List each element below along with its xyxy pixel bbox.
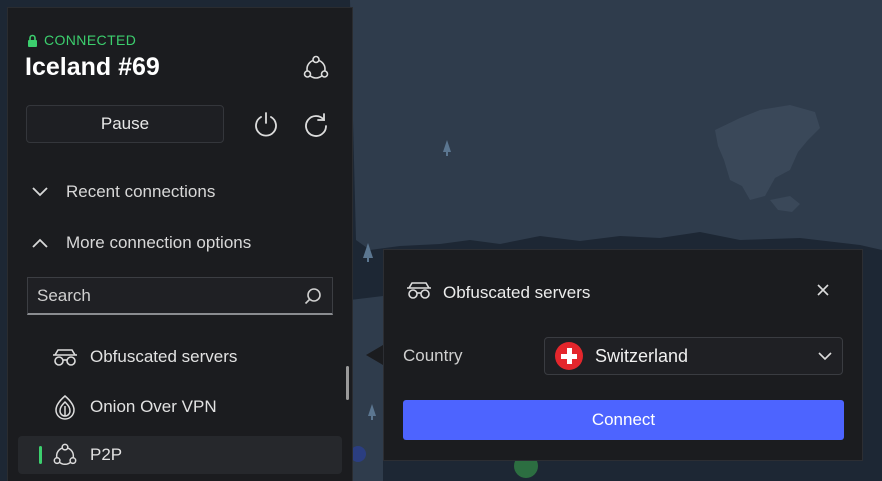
refresh-icon[interactable] xyxy=(301,109,331,139)
power-icon[interactable] xyxy=(251,109,281,139)
swiss-flag-icon xyxy=(555,342,583,370)
server-name: Iceland #69 xyxy=(25,53,160,81)
connection-panel: CONNECTED Iceland #69 Pause Recent conne… xyxy=(7,7,353,481)
popup-title: Obfuscated servers xyxy=(443,282,591,302)
search-input[interactable] xyxy=(37,285,277,306)
p2p-icon xyxy=(50,442,80,468)
search-icon[interactable] xyxy=(304,287,322,305)
chevron-up-icon xyxy=(32,238,48,248)
list-item-label: Obfuscated servers xyxy=(90,347,238,366)
obfuscated-popup: Obfuscated servers Country Switzerland C… xyxy=(383,249,863,461)
chevron-down-icon xyxy=(818,351,832,360)
scrollbar-thumb[interactable] xyxy=(346,366,349,400)
connection-status: CONNECTED xyxy=(27,32,136,48)
country-label: Country xyxy=(403,346,463,365)
lock-icon xyxy=(28,34,37,47)
p2p-icon[interactable] xyxy=(301,53,331,83)
country-value: Switzerland xyxy=(595,345,689,366)
status-text: CONNECTED xyxy=(44,32,137,48)
active-indicator xyxy=(39,446,42,464)
chevron-down-icon xyxy=(32,187,48,197)
popup-header: Obfuscated servers xyxy=(406,281,590,304)
list-item-label: Onion Over VPN xyxy=(90,397,217,416)
close-icon[interactable] xyxy=(814,281,832,299)
search-field[interactable] xyxy=(27,277,333,315)
more-options-toggle[interactable]: More connection options xyxy=(32,233,251,253)
obfuscated-icon xyxy=(406,281,432,304)
list-item-obfuscated[interactable]: Obfuscated servers xyxy=(18,338,342,376)
country-select[interactable]: Switzerland xyxy=(544,337,843,375)
recent-connections-toggle[interactable]: Recent connections xyxy=(32,182,215,202)
obfuscated-icon xyxy=(50,348,80,366)
onion-icon xyxy=(50,394,80,420)
list-item-label: P2P xyxy=(90,445,123,464)
list-item-onion[interactable]: Onion Over VPN xyxy=(18,388,342,426)
pause-button[interactable]: Pause xyxy=(26,105,224,143)
popup-pointer xyxy=(366,345,383,365)
connect-button[interactable]: Connect xyxy=(403,400,844,440)
recent-connections-label: Recent connections xyxy=(66,182,216,201)
list-item-p2p[interactable]: P2P xyxy=(18,436,342,474)
more-options-label: More connection options xyxy=(66,233,252,252)
